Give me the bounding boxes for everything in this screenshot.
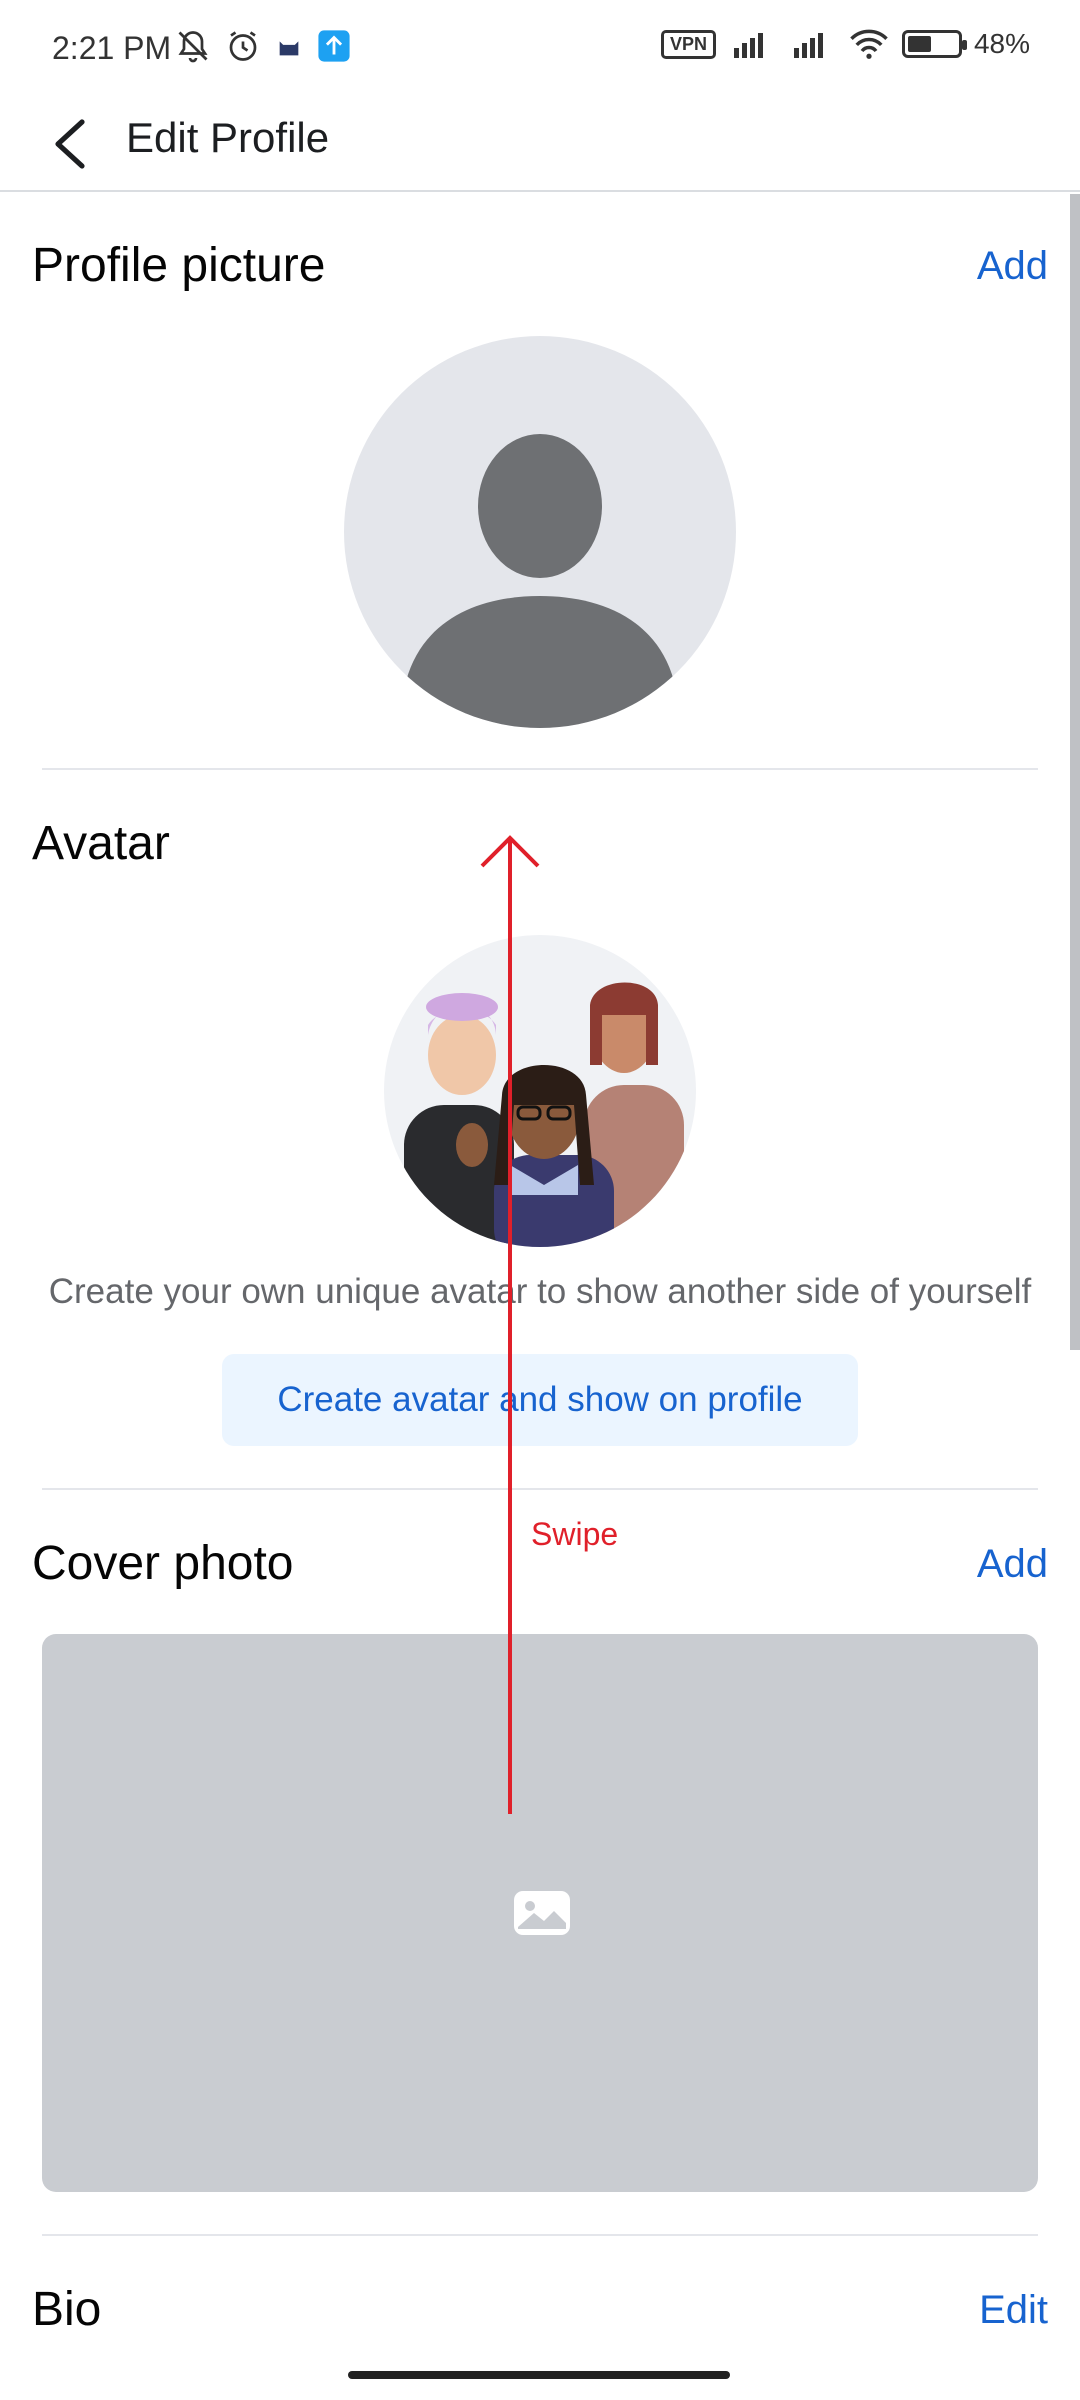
upload-icon: [318, 30, 350, 62]
arrow-left-icon: [55, 119, 85, 169]
back-button[interactable]: [40, 112, 100, 176]
section-divider: [42, 1488, 1038, 1490]
image-icon: [514, 1891, 570, 1935]
cat-icon: [279, 41, 299, 56]
status-bar: 2:21 PM VPN 48%: [0, 0, 1080, 100]
avatar-group-image: [404, 982, 684, 1247]
swipe-label: Swipe: [531, 1516, 619, 1552]
home-indicator[interactable]: [348, 2371, 730, 2379]
avatar-description: Create your own unique avatar to show an…: [48, 1272, 1032, 1311]
vpn-indicator: VPN: [660, 29, 716, 59]
scrollbar[interactable]: [1070, 194, 1080, 1350]
create-avatar-button[interactable]: Create avatar and show on profile: [222, 1354, 858, 1446]
add-cover-photo-button[interactable]: Add: [977, 1542, 1048, 1587]
bell-off-icon: [178, 31, 208, 63]
hd-signal-icon: [793, 33, 823, 58]
profile-picture[interactable]: [344, 336, 736, 728]
bio-title: Bio: [32, 2283, 102, 2336]
default-person-icon: [406, 434, 674, 728]
battery-percent: 48%: [973, 28, 1030, 59]
battery-icon: [901, 30, 967, 58]
cover-photo-title: Cover photo: [32, 1537, 294, 1590]
add-profile-picture-button[interactable]: Add: [977, 244, 1048, 289]
profile-picture-title: Profile picture: [32, 239, 326, 292]
notification-icons: [175, 28, 351, 64]
section-divider: [42, 768, 1038, 770]
hd-signal-icon: [733, 33, 763, 58]
page-title: Edit Profile: [126, 114, 330, 161]
avatar-title: Avatar: [32, 817, 170, 870]
edit-bio-button[interactable]: Edit: [979, 2288, 1048, 2333]
system-status-icons: VPN 48%: [660, 28, 1030, 60]
app-bar: Edit Profile: [0, 100, 1080, 192]
avatar-illustration: [384, 935, 696, 1247]
section-divider: [42, 2234, 1038, 2236]
cover-photo-placeholder[interactable]: [42, 1634, 1038, 2192]
wifi-icon: [850, 29, 888, 59]
alarm-icon: [229, 31, 257, 61]
status-time: 2:21 PM: [52, 30, 172, 66]
